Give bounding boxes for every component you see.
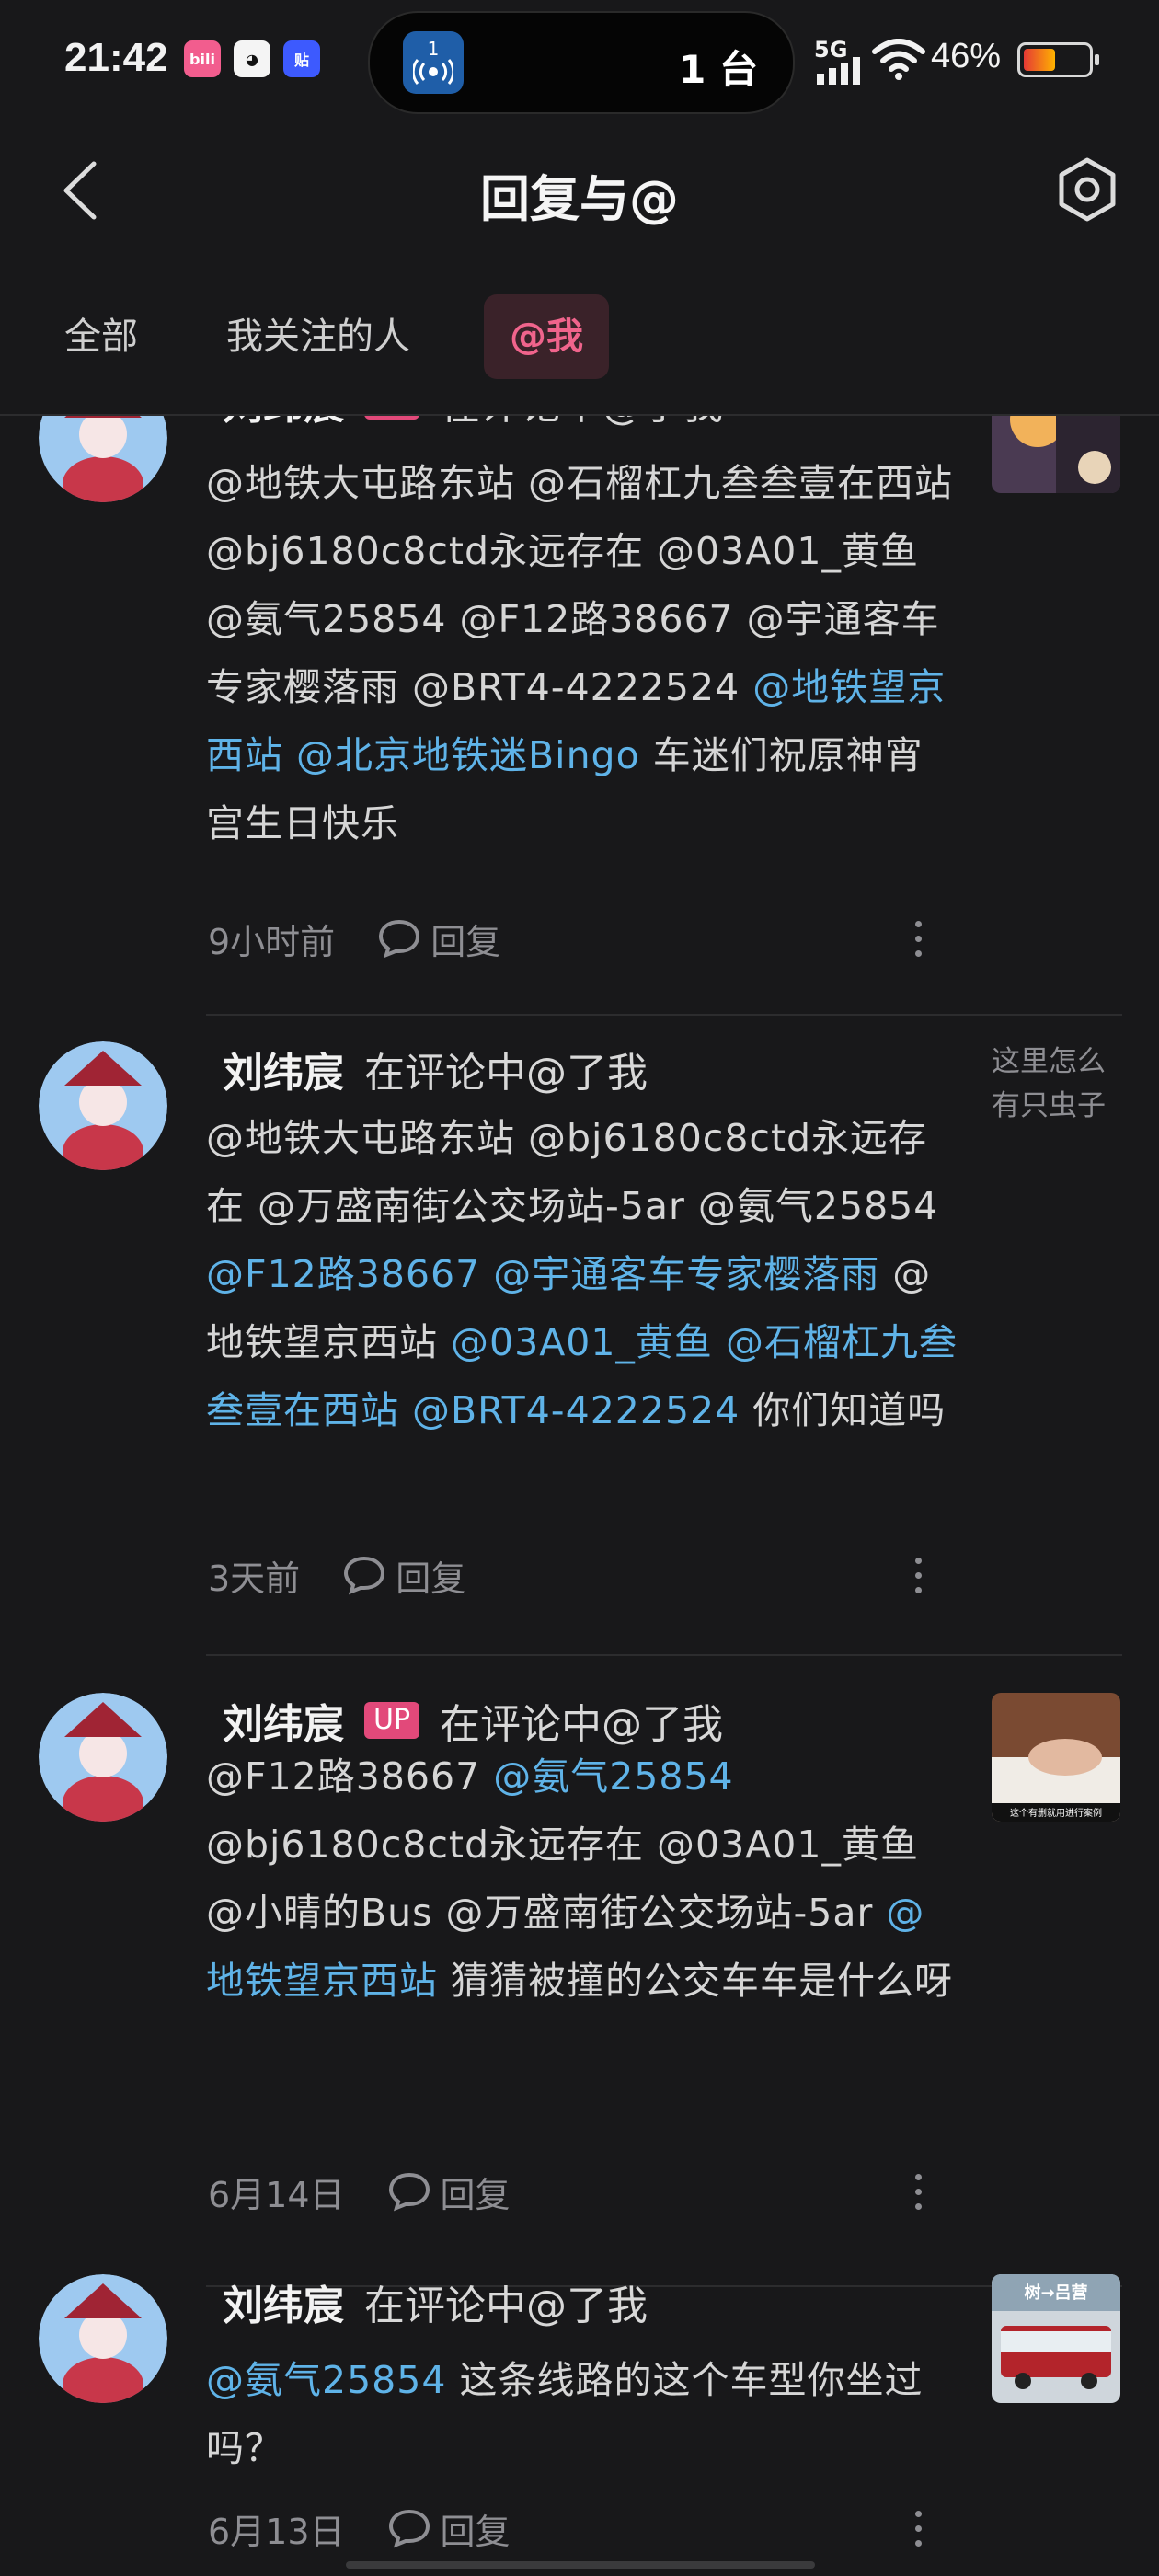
comment-time: 6月13日 (208, 2511, 345, 2552)
comment-text: @bj6180c8ctd永远存在 @03A01_黄鱼 @小晴的Bus @万盛南街… (206, 1823, 919, 1935)
reply-label: 回复 (430, 921, 501, 962)
tab-all[interactable]: 全部 (64, 294, 138, 379)
video-thumbnail[interactable]: 树→吕营 (992, 2274, 1120, 2403)
video-thumbnail[interactable]: 这个有删就用进行案例 (992, 1693, 1120, 1822)
reply-label: 回复 (396, 1558, 466, 1599)
dynamic-island[interactable]: 1 1 台 (368, 11, 795, 114)
mention-link[interactable]: @宇通客车专家樱落雨 (493, 1252, 879, 1296)
comment-time: 3天前 (208, 1558, 301, 1599)
thumbnail-caption: 树→吕营 (1024, 2283, 1087, 2303)
up-badge: UP (364, 1702, 420, 1739)
settings-button[interactable] (1054, 156, 1120, 223)
broadcast-waves-icon (413, 59, 453, 85)
video-thumbnail[interactable] (992, 416, 1120, 493)
comment-text (480, 1252, 493, 1296)
comment-text: @F12路38667 (206, 1754, 494, 1799)
reply-button[interactable]: 回复 (387, 2167, 511, 2217)
reply-label: 回复 (440, 2174, 511, 2215)
more-options-button[interactable] (900, 2501, 936, 2556)
action-text: 在评论中@了我 (364, 2283, 648, 2329)
comment-meta: 6月14日 回复 (208, 2164, 511, 2219)
avatar[interactable] (39, 1041, 167, 1170)
signal-bars-icon (817, 57, 860, 85)
thumbnail-caption: 这个有删就用进行案例 (1010, 1807, 1102, 1819)
battery-icon (1017, 42, 1099, 77)
divider (206, 1014, 1122, 1016)
user-name[interactable]: 刘纬宸 (208, 1040, 344, 1098)
status-time: 21:42 (64, 35, 168, 80)
navigation-bar: 回复与@ (0, 138, 1159, 239)
battery-percent: 46% (931, 37, 1002, 75)
more-options-button[interactable] (900, 911, 936, 966)
status-bar: 21:42 bili ◕ 贴 1 1 台 5G 46% (0, 0, 1159, 120)
comment-text (399, 1388, 412, 1432)
comment-body: @氨气25854 这条线路的这个车型你坐过吗？ (206, 2346, 960, 2482)
comment-header: 刘纬宸 UP 在评论中@了我 (208, 416, 723, 438)
comment-text: 猜猜被撞的公交车车是什么呀 (438, 1959, 954, 2003)
more-options-button[interactable] (900, 1547, 936, 1603)
comment-body: @F12路38667 @氨气25854 @bj6180c8ctd永远存在 @03… (206, 1742, 960, 2015)
live-badge: 1 (427, 38, 440, 60)
comment-meta: 6月13日 回复 (208, 2501, 511, 2556)
original-comment-snippet[interactable]: 这里怎么有只虫子 (992, 1040, 1130, 1128)
mention-link[interactable]: @氨气25854 (493, 1754, 733, 1799)
comment-bubble-icon (388, 2509, 430, 2548)
up-badge: UP (364, 416, 420, 420)
divider (206, 1654, 1122, 1656)
action-text: 在评论中@了我 (440, 416, 723, 431)
mention-link[interactable]: @03A01_黄鱼 (451, 1320, 713, 1364)
mention-link[interactable]: @BRT4-4222524 (412, 1388, 740, 1432)
mention-feed[interactable]: 刘纬宸 UP 在评论中@了我 @地铁大屯路东站 @石榴杠九叁叁壹在西站 @bj6… (0, 416, 1159, 2576)
comment-time: 9小时前 (208, 921, 336, 962)
comment-body: @地铁大屯路东站 @石榴杠九叁叁壹在西站 @bj6180c8ctd永远存在 @0… (206, 449, 960, 857)
avatar[interactable] (39, 2274, 167, 2403)
reply-button[interactable]: 回复 (377, 914, 500, 964)
comment-text: 你们知道吗 (740, 1388, 947, 1432)
comment-bubble-icon (379, 919, 420, 959)
comment-bubble-icon (388, 2172, 430, 2212)
reply-button[interactable]: 回复 (387, 2503, 511, 2554)
comment-time: 6月14日 (208, 2174, 345, 2215)
wifi-icon (872, 39, 925, 80)
comment-body: @地铁大屯路东站 @bj6180c8ctd永远存在 @万盛南街公交场站-5ar … (206, 1104, 960, 1444)
mention-link[interactable]: @F12路38667 (206, 1252, 480, 1296)
avatar[interactable] (39, 416, 167, 502)
mention-link[interactable]: @北京地铁迷Bingo (296, 733, 640, 777)
device-count: 1 台 (679, 47, 758, 92)
mention-link[interactable]: @氨气25854 (206, 2358, 446, 2402)
reply-label: 回复 (440, 2511, 511, 2552)
comment-meta: 3天前 回复 (208, 1547, 465, 1603)
filter-tabs: 全部 我关注的人 @我 (0, 294, 1159, 416)
qq-icon: ◕ (234, 40, 270, 77)
live-broadcast-icon: 1 (403, 31, 464, 94)
comment-text: @地铁大屯路东站 @bj6180c8ctd永远存在 @万盛南街公交场站-5ar … (206, 1116, 939, 1228)
tieba-icon: 贴 (283, 40, 320, 77)
comment-header: 刘纬宸 在评论中@了我 (208, 2265, 648, 2339)
comment-text (713, 1320, 726, 1364)
user-name[interactable]: 刘纬宸 (208, 1691, 344, 1750)
action-text: 在评论中@了我 (364, 1050, 648, 1097)
comment-header: 刘纬宸 在评论中@了我 (208, 1032, 648, 1106)
tab-following[interactable]: 我关注的人 (226, 294, 410, 379)
user-name[interactable]: 刘纬宸 (208, 2272, 344, 2331)
page-title: 回复与@ (480, 170, 679, 228)
more-options-button[interactable] (900, 2164, 936, 2219)
reply-button[interactable]: 回复 (342, 1550, 465, 1601)
comment-meta: 9小时前 回复 (208, 911, 500, 966)
avatar[interactable] (39, 1693, 167, 1822)
home-indicator[interactable] (346, 2561, 815, 2569)
comment-text (283, 733, 296, 777)
tab-mention-me[interactable]: @我 (484, 294, 609, 379)
comment-bubble-icon (344, 1556, 385, 1595)
action-text: 在评论中@了我 (440, 1701, 724, 1748)
user-name[interactable]: 刘纬宸 (208, 416, 344, 431)
bilibili-icon: bili (184, 40, 221, 77)
settings-icon (1059, 157, 1116, 222)
